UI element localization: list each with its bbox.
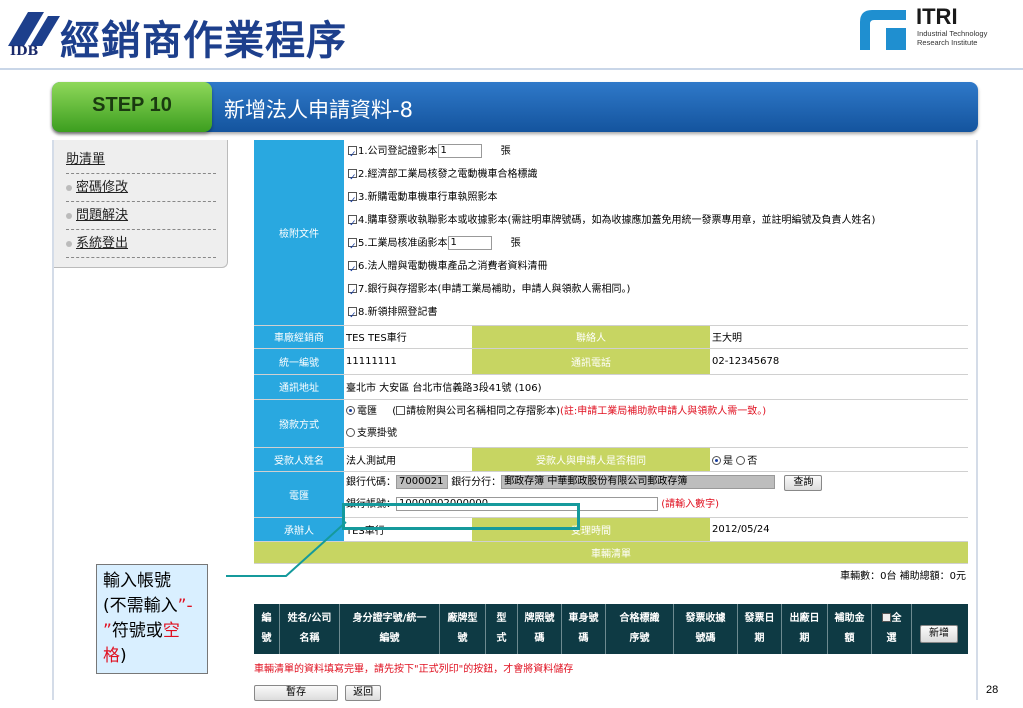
doc-count-input[interactable]: 1 <box>437 144 482 159</box>
check-radio[interactable] <box>346 428 355 437</box>
sidebar-item-label: 密碼修改 <box>76 180 129 195</box>
header-divider <box>0 68 1023 70</box>
doc-checkbox[interactable] <box>348 144 357 167</box>
sidebar-item-label: 系統登出 <box>76 236 129 251</box>
doc-item-7: 7.銀行與存摺影本(申請工業局補助，申請人與領款人需相同。) <box>348 278 966 305</box>
itri-logo-name: ITRI <box>916 4 958 29</box>
col-header: 編號 <box>254 604 280 654</box>
col-header: 型式 <box>486 604 518 654</box>
doc-item-8: 8.新領排照登記書 <box>348 301 966 328</box>
doc-checkbox[interactable] <box>348 190 357 213</box>
doc-item-1: 1.公司登記證影本1 張 <box>348 140 966 167</box>
wire-radio[interactable] <box>346 406 355 415</box>
doc-count-input[interactable]: 1 <box>447 236 492 251</box>
sidebar-item-password[interactable]: 密碼修改 <box>66 174 216 202</box>
col-header: 發票收據 號碼 <box>674 604 738 654</box>
dealer-label: 車廠經銷商 <box>254 325 344 349</box>
save-draft-button[interactable]: 暫存 <box>254 685 338 701</box>
select-all-checkbox[interactable] <box>881 613 891 622</box>
payment-label: 撥款方式 <box>254 399 344 448</box>
page-title: 經銷商作業程序 <box>60 18 347 64</box>
select-all-header[interactable]: 全選 <box>872 604 912 654</box>
dealer-value: TES TES車行 <box>344 325 472 349</box>
contact-value: 王大明 <box>710 325 968 349</box>
payee-label: 受款人姓名 <box>254 447 344 472</box>
col-header: 牌照號碼 <box>518 604 562 654</box>
doc-item-5: 5.工業局核准函影本1 張 <box>348 232 966 259</box>
callout-connector <box>226 521 347 577</box>
query-button[interactable]: 查詢 <box>784 475 823 491</box>
frame-border <box>976 140 978 700</box>
sidebar-item-label: 助清單 <box>66 152 106 167</box>
add-vehicle-button[interactable]: 新增 <box>920 625 958 643</box>
doc-item-3: 3.新購電動車機車行車執照影本 <box>348 186 966 213</box>
doc-checkbox[interactable] <box>348 167 357 190</box>
same-name-checkbox[interactable] <box>396 406 406 415</box>
payee-value: 法人測試用 <box>344 447 472 472</box>
bullet-icon <box>66 240 72 247</box>
col-header: 車身號碼 <box>562 604 606 654</box>
vehicle-list-table-header: 編號 姓名/公司 名稱 身分證字號/統一 編號 廠牌型號 型式 牌照號碼 車身號碼 … <box>254 604 968 654</box>
sidebar-item-help[interactable]: 助清單 <box>66 146 216 174</box>
col-header: 廠牌型號 <box>440 604 486 654</box>
taxid-value: 11111111 <box>344 348 472 375</box>
bank-code-row: 銀行代碼： 7000021 銀行分行： 郵政存簿 中華郵政股份有限公司郵政存簿 查詢 <box>346 472 966 494</box>
col-header: 身分證字號/統一 編號 <box>340 604 440 654</box>
doc-checkbox[interactable] <box>348 282 357 305</box>
idb-logo-text: IDB <box>10 44 39 59</box>
col-header: 補助金額 <box>828 604 872 654</box>
col-header: 發票日期 <box>738 604 782 654</box>
doc-checkbox[interactable] <box>348 259 357 282</box>
sidebar-item-label: 問題解決 <box>76 208 129 223</box>
taxid-label: 統一編號 <box>254 348 344 375</box>
bullet-icon <box>66 212 72 219</box>
doc-item-4: 4.購車發票收執聯影本或收據影本(需註明車牌號碼，如為收據應加蓋免用統一發票專用… <box>348 209 966 236</box>
same-yes-radio[interactable] <box>712 455 721 465</box>
col-header: 合格標識 序號 <box>606 604 674 654</box>
step-label: STEP 10 <box>92 94 172 116</box>
sidebar-item-logout[interactable]: 系統登出 <box>66 230 216 258</box>
accept-value: 2012/05/24 <box>710 517 968 542</box>
phone-value: 02-12345678 <box>710 348 968 375</box>
step-title: 新增法人申請資料-8 <box>224 98 413 122</box>
col-header: 出廠日期 <box>782 604 828 654</box>
phone-label: 通訊電話 <box>472 348 710 375</box>
itri-logo-sub: Research Institute <box>917 38 978 47</box>
col-header: 姓名/公司 名稱 <box>280 604 340 654</box>
account-highlight <box>342 503 580 530</box>
sidebar-menu: 助清單 密碼修改 問題解決 系統登出 <box>54 140 228 268</box>
itri-logo-sub: Industrial Technology <box>917 29 988 38</box>
address-label: 通訊地址 <box>254 374 344 400</box>
sidebar-item-faq[interactable]: 問題解決 <box>66 202 216 230</box>
vehicle-list-header: 車輛清單 <box>254 541 968 564</box>
page-number: 28 <box>986 684 999 696</box>
doc-checkbox[interactable] <box>348 305 357 328</box>
doc-checkbox[interactable] <box>348 236 357 259</box>
same-no-radio[interactable] <box>736 455 746 465</box>
attach-label: 檢附文件 <box>254 140 344 326</box>
vehicle-summary: 車輛數：0台 補助總額：0元 <box>840 570 966 582</box>
save-notice: 車輛清單的資料填寫完畢，請先按下"正式列印"的按鈕，才會將資料儲存 <box>254 664 574 675</box>
bank-branch-input[interactable]: 郵政存簿 中華郵政股份有限公司郵政存簿 <box>501 475 776 489</box>
back-button[interactable]: 返回 <box>345 685 382 701</box>
account-hint: (請輸入數字) <box>661 499 719 510</box>
same-label: 受款人與申請人是否相同 <box>472 447 710 472</box>
wire-note-red: (註:申請工業局補助款申請人與領款人需一致。) <box>560 406 767 417</box>
bullet-icon <box>66 184 72 191</box>
payment-check-row: 支票掛號 <box>346 423 966 445</box>
bank-code-input[interactable]: 7000021 <box>396 475 448 489</box>
doc-item-6: 6.法人贈與電動機車產品之消費者資料清冊 <box>348 255 966 282</box>
payment-wire-row: 電匯 (請檢附與公司名稱相同之存摺影本)(註:申請工業局補助款申請人與領款人需一… <box>346 401 966 423</box>
annotation-callout: 輸入帳號 (不需輸入”- ”符號或空 格) <box>96 564 208 674</box>
doc-checkbox[interactable] <box>348 213 357 236</box>
address-value: 臺北市 大安區 台北市信義路3段41號 (106) <box>344 374 968 400</box>
contact-label: 聯絡人 <box>472 325 710 349</box>
wire-label: 電匯 <box>254 471 344 518</box>
doc-item-2: 2.經濟部工業局核發之電動機車合格標識 <box>348 163 966 190</box>
